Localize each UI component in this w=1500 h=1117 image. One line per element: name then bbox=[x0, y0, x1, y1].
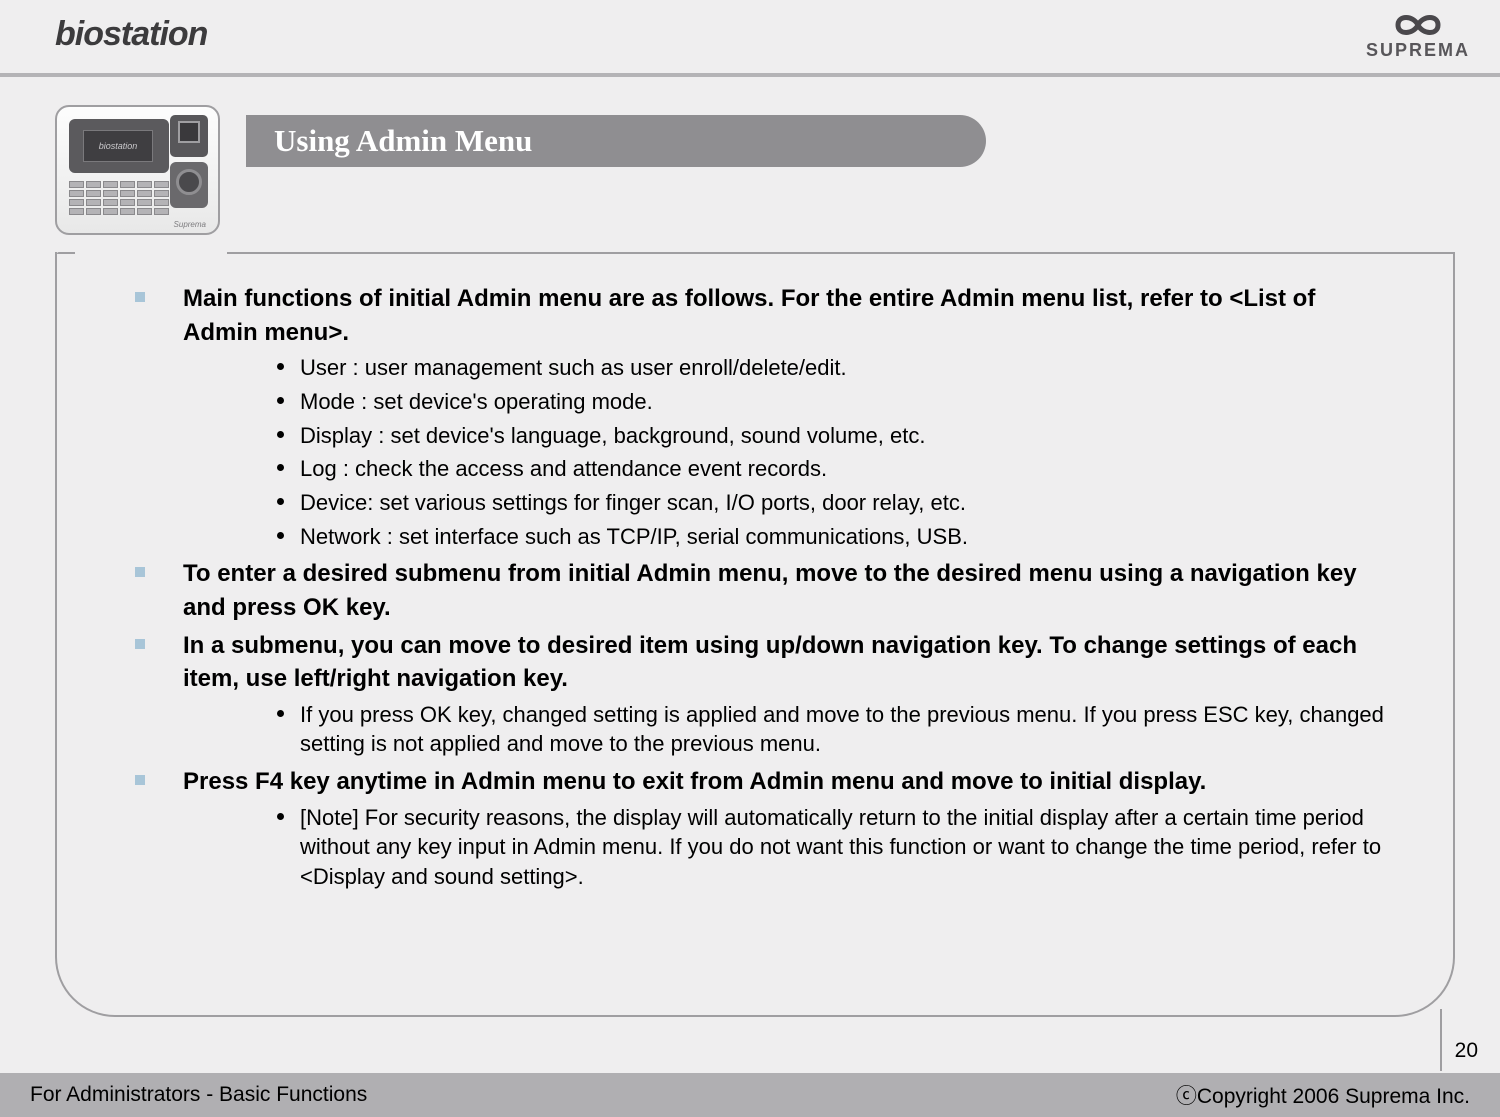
sub-bullet-item: Log : check the access and attendance ev… bbox=[277, 454, 1393, 484]
infinity-icon bbox=[1383, 8, 1453, 42]
sub-bullet-item: User : user management such as user enro… bbox=[277, 353, 1393, 383]
main-bullet-text: Press F4 key anytime in Admin menu to ex… bbox=[183, 765, 1206, 799]
footer-right: ⓒCopyright 2006 Suprema Inc. bbox=[1176, 1080, 1470, 1110]
footer: For Administrators - Basic Functions ⓒCo… bbox=[0, 1073, 1500, 1117]
main-bullet-item: In a submenu, you can move to desired it… bbox=[135, 629, 1393, 696]
square-bullet-icon bbox=[135, 639, 145, 649]
main-bullet-item: Press F4 key anytime in Admin menu to ex… bbox=[135, 765, 1393, 799]
sub-bullet-item: [Note] For security reasons, the display… bbox=[277, 803, 1393, 892]
footer-left: For Administrators - Basic Functions bbox=[30, 1083, 367, 1107]
device-thumbnail: biostation Suprema bbox=[55, 105, 220, 235]
sub-bullet-text: Mode : set device's operating mode. bbox=[300, 387, 653, 417]
sub-bullet-list: User : user management such as user enro… bbox=[277, 353, 1393, 551]
sub-bullet-item: If you press OK key, changed setting is … bbox=[277, 700, 1393, 759]
logo-suprema: SUPREMA bbox=[1366, 8, 1470, 61]
sub-bullet-item: Display : set device's language, backgro… bbox=[277, 421, 1393, 451]
square-bullet-icon bbox=[135, 292, 145, 302]
main-bullet-text: In a submenu, you can move to desired it… bbox=[183, 629, 1393, 696]
sub-bullet-text: If you press OK key, changed setting is … bbox=[300, 700, 1393, 759]
dot-bullet-icon bbox=[277, 710, 284, 717]
main-bullet-item: Main functions of initial Admin menu are… bbox=[135, 282, 1393, 349]
device-thumb-label: biostation bbox=[84, 131, 152, 151]
sub-bullet-text: Device: set various settings for finger … bbox=[300, 488, 966, 518]
page-divider bbox=[1440, 1009, 1442, 1071]
sub-bullet-text: Network : set interface such as TCP/IP, … bbox=[300, 522, 968, 552]
main-bullet-text: To enter a desired submenu from initial … bbox=[183, 557, 1393, 624]
dot-bullet-icon bbox=[277, 813, 284, 820]
sub-bullet-text: Display : set device's language, backgro… bbox=[300, 421, 925, 451]
sub-bullet-item: Network : set interface such as TCP/IP, … bbox=[277, 522, 1393, 552]
dot-bullet-icon bbox=[277, 498, 284, 505]
square-bullet-icon bbox=[135, 775, 145, 785]
main-bullet-text: Main functions of initial Admin menu are… bbox=[183, 282, 1393, 349]
square-bullet-icon bbox=[135, 567, 145, 577]
logo-biostation-text: biostation bbox=[55, 15, 207, 54]
dot-bullet-icon bbox=[277, 397, 284, 404]
logo-suprema-label: SUPREMA bbox=[1366, 40, 1470, 61]
sub-bullet-list: If you press OK key, changed setting is … bbox=[277, 700, 1393, 759]
page-title: Using Admin Menu bbox=[274, 123, 532, 159]
title-row: biostation Suprema Using Admin Menu bbox=[0, 105, 1500, 235]
page-title-pill: Using Admin Menu bbox=[246, 115, 986, 167]
sub-bullet-text: User : user management such as user enro… bbox=[300, 353, 847, 383]
dot-bullet-icon bbox=[277, 464, 284, 471]
logo-biostation: biostation bbox=[55, 15, 207, 54]
dot-bullet-icon bbox=[277, 532, 284, 539]
sub-bullet-list: [Note] For security reasons, the display… bbox=[277, 803, 1393, 892]
dot-bullet-icon bbox=[277, 431, 284, 438]
main-bullet-item: To enter a desired submenu from initial … bbox=[135, 557, 1393, 624]
header: biostation SUPREMA bbox=[0, 0, 1500, 77]
dot-bullet-icon bbox=[277, 363, 284, 370]
sub-bullet-item: Mode : set device's operating mode. bbox=[277, 387, 1393, 417]
sub-bullet-text: Log : check the access and attendance ev… bbox=[300, 454, 827, 484]
logo-biostation-label: biostation bbox=[55, 15, 207, 53]
page-number: 20 bbox=[1455, 1039, 1478, 1063]
sub-bullet-item: Device: set various settings for finger … bbox=[277, 488, 1393, 518]
content-box: Main functions of initial Admin menu are… bbox=[55, 252, 1455, 1017]
sub-bullet-text: [Note] For security reasons, the display… bbox=[300, 803, 1393, 892]
